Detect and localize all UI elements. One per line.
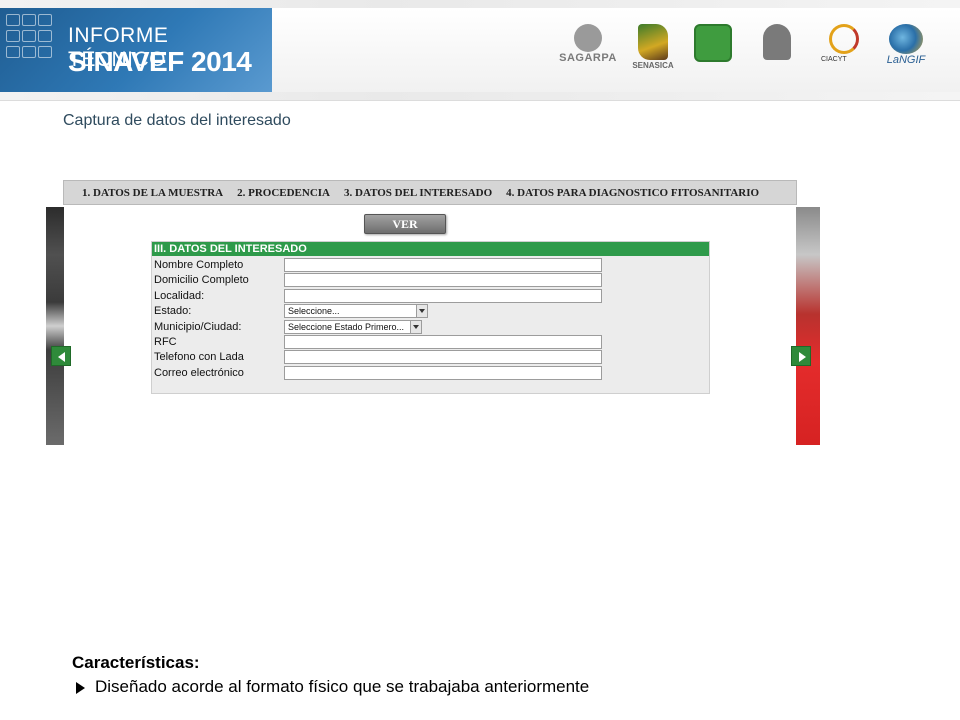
previous-arrow-icon[interactable] <box>51 346 71 366</box>
report-title-block: INFORME TÉCNICO SINAVEF 2014 <box>0 8 272 92</box>
field-label: Domicilio Completo <box>154 274 249 286</box>
decorative-grid-icon <box>6 14 52 58</box>
globe-icon <box>889 24 923 54</box>
university-shield-icon <box>763 24 791 60</box>
partner-logos: SAGARPA SENASICA CIACYT LaNGIF <box>555 24 950 88</box>
chevron-down-icon[interactable] <box>416 305 427 317</box>
field-label: Localidad: <box>154 290 205 302</box>
sinavef-emblem-icon <box>694 24 732 62</box>
form-row: Telefono con Lada <box>152 350 709 365</box>
municipio-select[interactable]: Seleccione Estado Primero... <box>284 320 422 334</box>
seal-icon <box>574 24 602 52</box>
form-row: Correo electrónico <box>152 366 709 381</box>
report-title-line2: SINAVEF 2014 <box>68 46 252 77</box>
tab-procedencia[interactable]: 2. PROCEDENCIA <box>237 187 330 199</box>
field-label: Nombre Completo <box>154 259 244 271</box>
university-logo <box>751 24 803 60</box>
form-row: RFC <box>152 335 709 350</box>
estado-select[interactable]: Seleccione... <box>284 304 428 318</box>
interesado-form: III. DATOS DEL INTERESADO Nombre Complet… <box>151 241 710 394</box>
ver-listado-button[interactable]: VER LISTADO <box>364 214 446 249</box>
ciacyt-ring-icon <box>829 24 859 54</box>
domicilio-input[interactable] <box>284 273 602 287</box>
arrow-bullet-icon <box>76 681 85 694</box>
nombre-completo-input[interactable] <box>284 258 602 272</box>
tab-datos-interesado[interactable]: 3. DATOS DEL INTERESADO <box>344 187 492 199</box>
senasica-emblem-icon <box>638 24 668 60</box>
features-title: Características: <box>72 653 200 672</box>
telefono-input[interactable] <box>284 350 602 364</box>
photo-edge-left <box>46 207 64 445</box>
form-row: Estado: Seleccione... <box>152 304 709 319</box>
sinavef-logo <box>693 24 733 62</box>
chevron-down-icon[interactable] <box>410 321 421 333</box>
slide-subtitle: Captura de datos del interesado <box>63 112 291 129</box>
senasica-logo: SENASICA <box>631 24 675 70</box>
field-label: Municipio/Ciudad: <box>154 321 242 333</box>
form-section-header: III. DATOS DEL INTERESADO <box>152 242 709 256</box>
ciacyt-logo: CIACYT <box>821 24 867 64</box>
localidad-input[interactable] <box>284 289 602 303</box>
form-row: Domicilio Completo <box>152 273 709 288</box>
rfc-input[interactable] <box>284 335 602 349</box>
form-row: Nombre Completo <box>152 258 709 273</box>
feature-text: Diseñado acorde al formato físico que se… <box>95 677 590 696</box>
photo-edge-right <box>796 207 820 445</box>
sagarpa-logo: SAGARPA <box>559 24 617 64</box>
correo-input[interactable] <box>284 366 602 380</box>
tab-diagnostico[interactable]: 4. DATOS PARA DIAGNOSTICO FITOSANITARIO <box>506 187 759 199</box>
form-row: Localidad: <box>152 289 709 304</box>
next-arrow-icon[interactable] <box>791 346 811 366</box>
form-step-tabs: 1. DATOS DE LA MUESTRA 2. PROCEDENCIA 3.… <box>63 180 797 205</box>
form-row: Municipio/Ciudad: Seleccione Estado Prim… <box>152 320 709 335</box>
langif-logo: LaNGIF <box>881 24 931 66</box>
field-label: RFC <box>154 336 177 348</box>
tab-datos-muestra[interactable]: 1. DATOS DE LA MUESTRA <box>82 187 223 199</box>
field-label: Telefono con Lada <box>154 351 244 363</box>
field-label: Estado: <box>154 305 192 317</box>
features-list-item: Diseñado acorde al formato físico que se… <box>76 677 589 697</box>
header-banner: INFORME TÉCNICO SINAVEF 2014 SAGARPA SEN… <box>0 0 960 101</box>
field-label: Correo electrónico <box>154 367 244 379</box>
